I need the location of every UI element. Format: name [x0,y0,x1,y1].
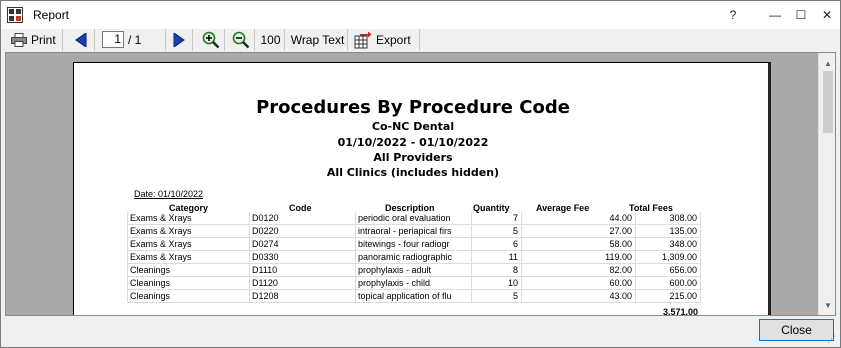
cell-category: Exams & Xrays [127,212,249,225]
window-title: Report [33,8,70,22]
title-bar: Report ? — ☐ ✕ [1,1,840,29]
next-page-button[interactable] [165,29,193,51]
cell-total-fees: 348.00 [635,238,701,251]
table-row: Exams & Xrays D0274 bitewings - four rad… [127,238,701,251]
resize-grip-icon[interactable]: ⋰ [827,334,839,346]
cell-code: D0274 [249,238,355,251]
cell-code: D1120 [249,277,355,290]
cell-description: prophylaxis - child [355,277,471,290]
cell-average-fee: 27.00 [521,225,635,238]
cell-total-fees: 656.00 [635,264,701,277]
cell-description: panoramic radiographic [355,251,471,264]
cell-average-fee: 44.00 [521,212,635,225]
cell-average-fee: 82.00 [521,264,635,277]
zoom-reset-button[interactable]: 100 [257,29,285,51]
cell-total-fees: 1,309.00 [635,251,701,264]
scroll-thumb[interactable] [823,71,833,133]
cell-quantity: 5 [471,225,521,238]
cell-quantity: 10 [471,277,521,290]
vertical-scrollbar[interactable]: ▲ ▼ [818,53,835,315]
cell-description: prophylaxis - adult [355,264,471,277]
page-total: / 1 [128,33,142,47]
report-window: Report ? — ☐ ✕ Print 1 / 1 100 Wrap Text… [0,0,841,348]
toolbar: Print 1 / 1 100 Wrap Text Export [1,29,840,52]
report-viewer[interactable]: Procedures By Procedure Code Co-NC Denta… [5,52,836,316]
zoom-out-button[interactable] [227,29,255,51]
cell-code: D0120 [249,212,355,225]
cell-average-fee: 43.00 [521,290,635,303]
grid-icon [7,7,23,23]
zoom-in-button[interactable] [197,29,225,51]
table-row: Exams & Xrays D0330 panoramic radiograph… [127,251,701,264]
cell-code: D1208 [249,290,355,303]
report-table: Exams & Xrays D0120 periodic oral evalua… [127,212,701,303]
report-clinics: All Clinics (includes hidden) [326,166,500,179]
zoom-in-icon [202,31,219,49]
cell-code: D1110 [249,264,355,277]
cell-category: Cleanings [127,264,249,277]
cell-description: periodic oral evaluation [355,212,471,225]
cell-category: Exams & Xrays [127,251,249,264]
table-row: Exams & Xrays D0120 periodic oral evalua… [127,212,701,225]
cell-average-fee: 60.00 [521,277,635,290]
cell-quantity: 6 [471,238,521,251]
close-button[interactable]: Close [759,319,834,341]
cell-quantity: 8 [471,264,521,277]
arrow-left-icon [74,33,86,47]
wrap-text-button[interactable]: Wrap Text [288,29,348,51]
cell-category: Cleanings [127,290,249,303]
cell-total-fees: 135.00 [635,225,701,238]
cell-category: Exams & Xrays [127,225,249,238]
scroll-up-icon[interactable]: ▲ [819,55,835,71]
help-button[interactable]: ? [717,1,749,29]
arrow-right-icon [173,33,185,47]
cell-code: D0220 [249,225,355,238]
report-date-label: Date: 01/10/2022 [134,189,204,199]
cell-average-fee: 119.00 [521,251,635,264]
print-button[interactable]: Print [5,29,63,51]
cell-total-fees: 600.00 [635,277,701,290]
report-providers: All Providers [373,151,453,164]
spreadsheet-export-icon [354,31,372,49]
table-row: Exams & Xrays D0220 intraoral - periapic… [127,225,701,238]
cell-description: topical application of flu [355,290,471,303]
grand-total: 3,571.00 [662,307,698,316]
cell-category: Cleanings [127,277,249,290]
table-row: Cleanings D1208 topical application of f… [127,290,701,303]
export-label: Export [376,33,411,47]
scroll-down-icon[interactable]: ▼ [819,297,835,313]
cell-quantity: 11 [471,251,521,264]
cell-description: bitewings - four radiogr [355,238,471,251]
page-number-input[interactable]: 1 [102,31,124,48]
cell-quantity: 7 [471,212,521,225]
cell-category: Exams & Xrays [127,238,249,251]
close-window-button[interactable]: ✕ [811,1,841,29]
zoom-out-icon [232,31,249,49]
cell-total-fees: 308.00 [635,212,701,225]
cell-total-fees: 215.00 [635,290,701,303]
report-title: Procedures By Procedure Code [256,97,570,118]
cell-quantity: 5 [471,290,521,303]
previous-page-button[interactable] [67,29,95,51]
print-label: Print [31,33,56,47]
report-date-range: 01/10/2022 - 01/10/2022 [337,136,489,149]
cell-code: D0330 [249,251,355,264]
cell-description: intraoral - periapical firs [355,225,471,238]
report-clinic: Co-NC Dental [371,120,455,133]
printer-icon [11,33,27,47]
table-row: Cleanings D1120 prophylaxis - child 10 6… [127,277,701,290]
export-button[interactable]: Export [350,29,420,51]
cell-average-fee: 58.00 [521,238,635,251]
table-row: Cleanings D1110 prophylaxis - adult 8 82… [127,264,701,277]
report-page: Procedures By Procedure Code Co-NC Denta… [73,62,771,316]
